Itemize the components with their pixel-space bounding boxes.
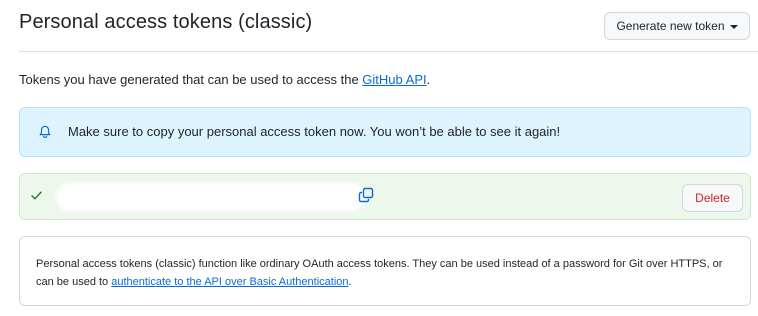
check-icon [31,191,42,200]
github-api-link[interactable]: GitHub API [362,72,426,87]
info-box: Personal access tokens (classic) functio… [19,236,751,306]
copy-icon[interactable] [358,187,374,203]
info-text-after-link: . [348,276,352,288]
caret-down-icon [729,24,738,29]
basic-auth-link[interactable]: authenticate to the API over Basic Authe… [111,276,348,288]
intro-text-after-link: . [426,72,431,87]
delete-token-button[interactable]: Delete [682,184,743,212]
generate-new-token-label: Generate new token [616,19,725,33]
flash-message: Make sure to copy your personal access t… [68,124,561,139]
intro-text-before-link: Tokens you have generated that can be us… [19,72,363,87]
generate-new-token-button[interactable]: Generate new token [604,12,750,40]
page-title: Personal access tokens (classic) [19,11,313,33]
intro-text: Tokens you have generated that can be us… [19,72,430,87]
bell-icon [39,125,51,138]
header-divider [19,51,758,52]
new-token-row: Delete [19,173,751,220]
token-value[interactable] [56,183,366,211]
copy-token-warning-flash: Make sure to copy your personal access t… [19,107,751,157]
info-text: Personal access tokens (classic) functio… [36,255,736,291]
